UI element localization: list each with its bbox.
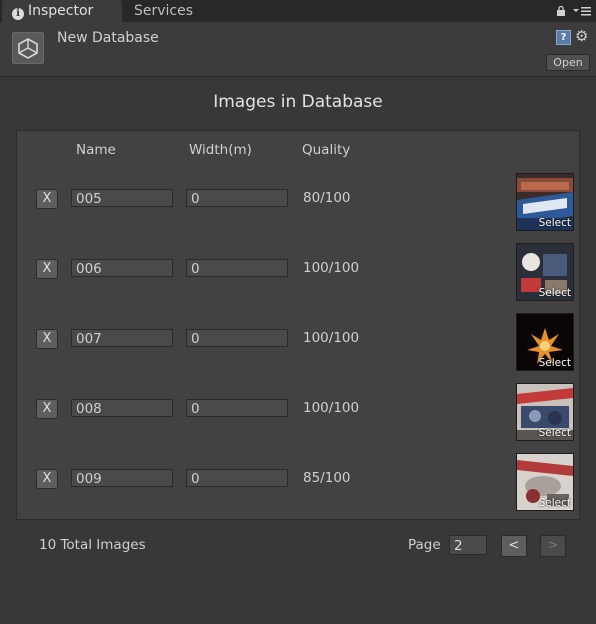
select-label: Select xyxy=(538,217,571,229)
width-field[interactable]: 0 xyxy=(186,399,288,417)
name-field[interactable]: 006 xyxy=(71,259,173,277)
lock-icon[interactable] xyxy=(556,6,566,16)
asset-title: New Database xyxy=(57,30,159,46)
page-input[interactable]: 2 xyxy=(449,535,487,555)
open-button[interactable]: Open xyxy=(546,54,590,71)
gear-icon[interactable]: ⚙ xyxy=(575,28,593,44)
name-field[interactable]: 005 xyxy=(71,189,173,207)
remove-button[interactable]: X xyxy=(36,259,58,279)
remove-button[interactable]: X xyxy=(36,189,58,209)
table-row: X 006 0 100/100 Select xyxy=(0,242,596,302)
remove-button[interactable]: X xyxy=(36,399,58,419)
table-row: X 005 0 80/100 Select xyxy=(0,172,596,232)
unity-icon xyxy=(12,32,44,64)
image-thumbnail[interactable]: Select xyxy=(516,173,574,231)
select-label: Select xyxy=(538,287,571,299)
column-header-name: Name xyxy=(76,142,116,158)
quality-value: 85/100 xyxy=(303,470,351,486)
total-images: 10 Total Images xyxy=(39,537,146,553)
name-field[interactable]: 008 xyxy=(71,399,173,417)
info-icon: i xyxy=(12,8,24,20)
width-field[interactable]: 0 xyxy=(186,469,288,487)
quality-value: 100/100 xyxy=(303,330,360,346)
page-label: Page xyxy=(408,537,441,553)
quality-value: 80/100 xyxy=(303,190,351,206)
image-thumbnail[interactable]: Select xyxy=(516,313,574,371)
quality-value: 100/100 xyxy=(303,260,360,276)
tab-inspector-label: Inspector xyxy=(28,3,94,19)
width-field[interactable]: 0 xyxy=(186,329,288,347)
section-title: Images in Database xyxy=(213,92,383,112)
image-thumbnail[interactable]: Select xyxy=(516,383,574,441)
inspector-header: New Database ? ⚙ Open xyxy=(0,22,596,77)
name-field[interactable]: 009 xyxy=(71,469,173,487)
image-thumbnail[interactable]: Select xyxy=(516,243,574,301)
tab-services[interactable]: Services xyxy=(134,0,193,22)
width-field[interactable]: 0 xyxy=(186,259,288,277)
select-label: Select xyxy=(538,427,571,439)
prev-page-button[interactable]: < xyxy=(501,535,527,557)
quality-value: 100/100 xyxy=(303,400,360,416)
column-header-width: Width(m) xyxy=(189,142,252,158)
remove-button[interactable]: X xyxy=(36,329,58,349)
table-row: X 009 0 85/100 Select xyxy=(0,452,596,512)
help-icon[interactable]: ? xyxy=(556,30,571,45)
tab-bar: i Inspector Services xyxy=(0,0,596,22)
tab-inspector[interactable]: i Inspector xyxy=(2,0,122,22)
next-page-button[interactable]: > xyxy=(540,535,566,557)
name-field[interactable]: 007 xyxy=(71,329,173,347)
select-label: Select xyxy=(538,357,571,369)
tab-services-label: Services xyxy=(134,3,194,19)
table-row: X 007 0 100/100 Select xyxy=(0,312,596,372)
remove-button[interactable]: X xyxy=(36,469,58,489)
column-header-quality: Quality xyxy=(302,142,351,158)
select-label: Select xyxy=(538,497,571,509)
table-row: X 008 0 100/100 Select xyxy=(0,382,596,442)
width-field[interactable]: 0 xyxy=(186,189,288,207)
image-thumbnail[interactable]: Select xyxy=(516,453,574,511)
menu-icon[interactable] xyxy=(572,6,592,16)
